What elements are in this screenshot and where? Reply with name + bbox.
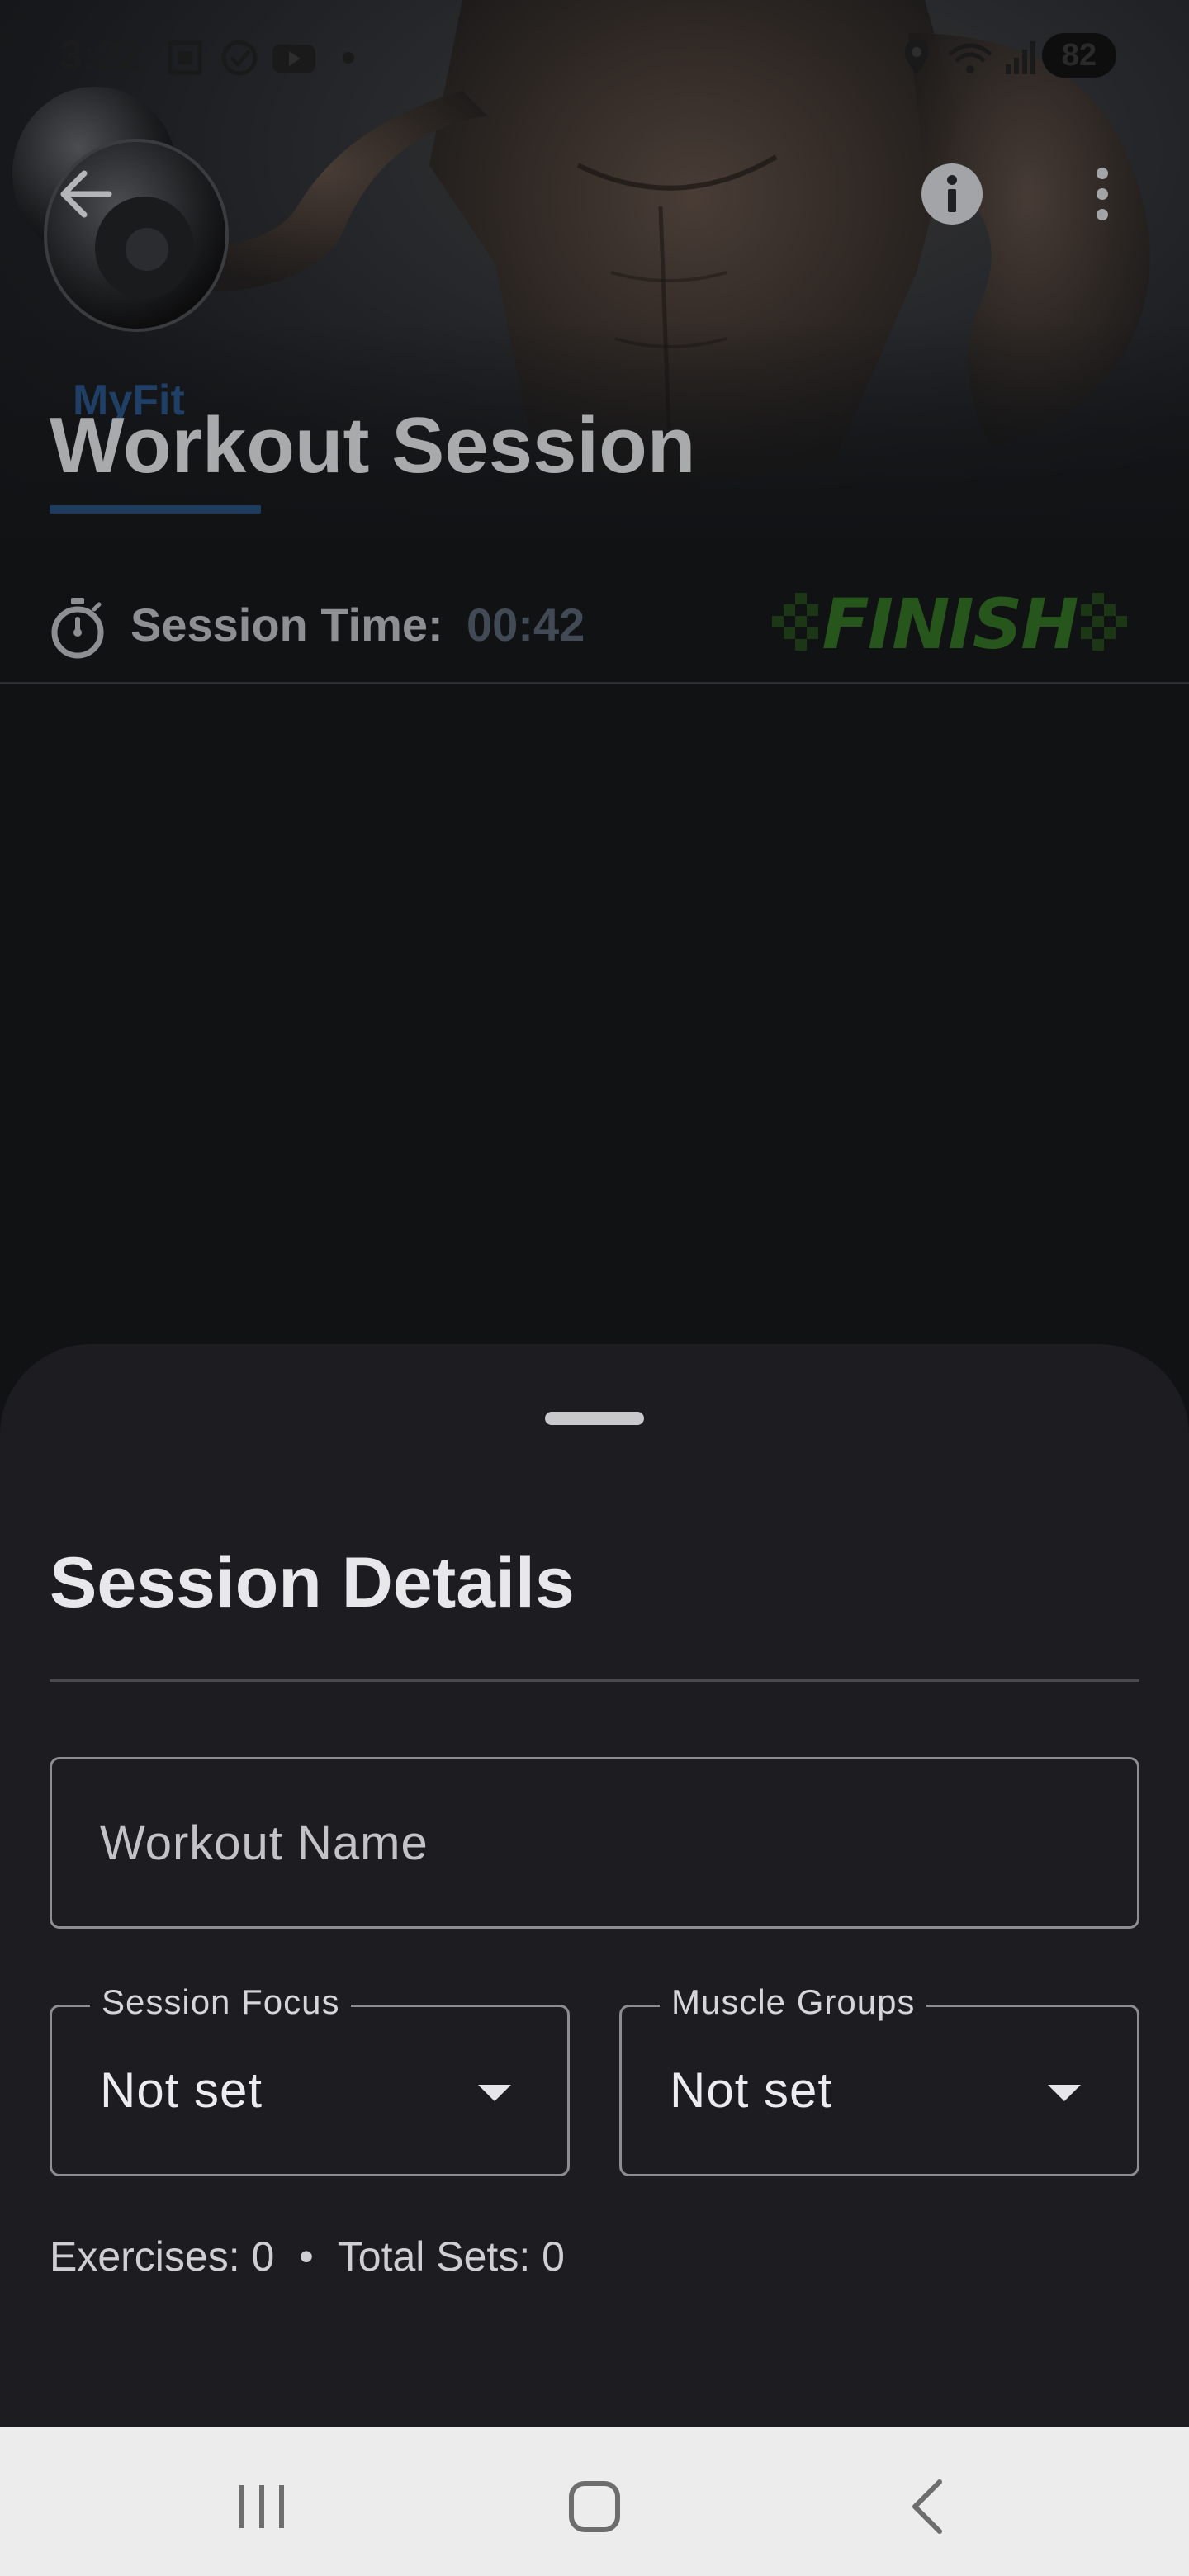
- back-icon[interactable]: [892, 2474, 966, 2540]
- hero-header: 3:22 82 MyFit Workout Session: [0, 0, 1189, 537]
- dot-icon: [343, 52, 354, 64]
- screenshot-icon: [168, 40, 202, 75]
- location-icon: [905, 40, 928, 74]
- workout-name-field[interactable]: [50, 1757, 1139, 1929]
- summary-separator: •: [299, 2233, 314, 2280]
- muscle-groups-dropdown[interactable]: Muscle Groups Not set: [619, 1982, 1139, 2176]
- title-underline: [50, 505, 261, 514]
- system-navigation-bar: [0, 2427, 1189, 2576]
- sheet-title: Session Details: [50, 1543, 575, 1622]
- session-time-value: 00:42: [467, 599, 585, 651]
- session-focus-dropdown[interactable]: Session Focus Not set: [50, 1982, 570, 2176]
- back-arrow-icon[interactable]: [50, 157, 124, 231]
- sheet-divider: [50, 1679, 1139, 1682]
- workout-name-input[interactable]: [100, 1759, 1091, 1926]
- status-time: 3:22: [59, 32, 143, 78]
- workout-session-screen: 3:22 82 MyFit Workout Session Session Ti…: [0, 0, 1189, 2576]
- finish-button[interactable]: FINISH: [772, 583, 1127, 665]
- total-sets-label: Total Sets:: [337, 2233, 531, 2280]
- page-title: Workout Session: [50, 401, 696, 490]
- info-icon[interactable]: [920, 162, 984, 226]
- sheet-drag-handle[interactable]: [545, 1412, 644, 1425]
- wifi-icon: [948, 43, 992, 73]
- muscle-groups-label: Muscle Groups: [660, 1982, 927, 2022]
- exercises-count: 0: [251, 2233, 275, 2280]
- session-time-label: Session Time:: [130, 599, 443, 651]
- chevron-down-icon: [478, 2085, 511, 2101]
- chevron-down-icon: [1048, 2085, 1081, 2101]
- session-details-sheet: Session Details Session Focus Not set Mu…: [0, 1344, 1189, 2427]
- session-timer-row: Session Time: 00:42 FINISH: [0, 578, 1189, 684]
- header-divider: [0, 682, 1189, 684]
- status-bar: 3:22 82: [0, 0, 1189, 107]
- battery-level: 82: [1061, 37, 1097, 73]
- session-focus-label: Session Focus: [90, 1982, 352, 2022]
- status-system-icons: [905, 40, 1035, 74]
- status-notification-icons: [168, 40, 354, 76]
- session-focus-value: Not set: [100, 2062, 263, 2118]
- recent-apps-icon[interactable]: [225, 2474, 299, 2540]
- session-summary: Exercises: 0 • Total Sets: 0: [50, 2233, 565, 2280]
- battery-indicator: 82: [1042, 33, 1116, 78]
- finish-button-label: FINISH: [822, 584, 1079, 665]
- signal-icon: [1006, 41, 1035, 74]
- total-sets-count: 0: [542, 2233, 565, 2280]
- stopwatch-icon: [51, 598, 104, 659]
- check-circle-icon: [221, 40, 258, 76]
- more-vert-icon[interactable]: [1082, 162, 1123, 226]
- exercises-label: Exercises:: [50, 2233, 240, 2280]
- home-icon[interactable]: [557, 2474, 632, 2540]
- muscle-groups-value: Not set: [670, 2062, 833, 2118]
- youtube-icon: [272, 45, 315, 73]
